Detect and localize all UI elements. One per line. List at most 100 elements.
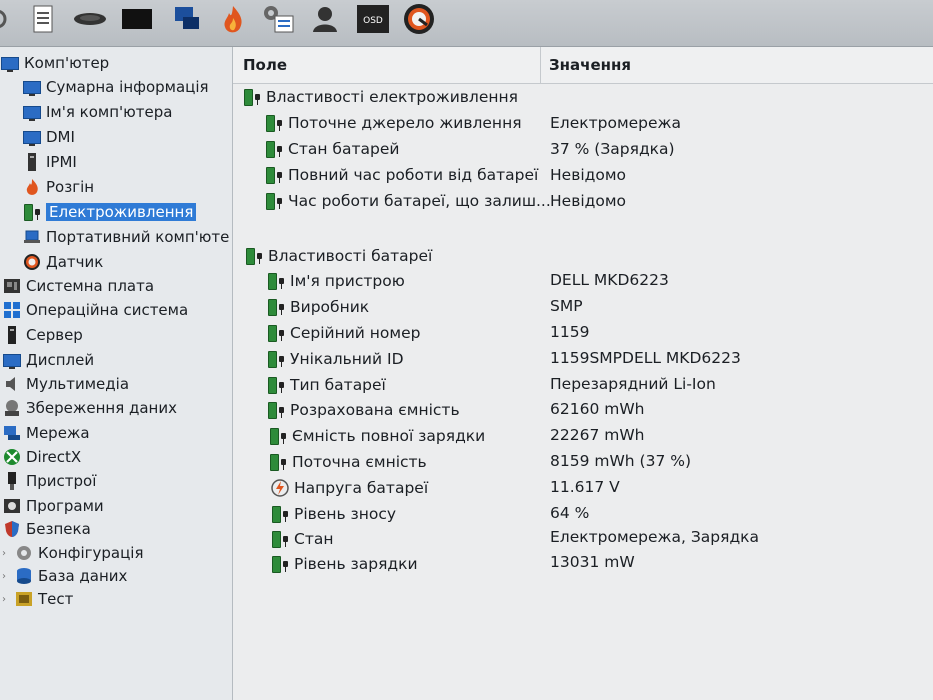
windows-icon (2, 301, 22, 319)
field-name: Стан батарей (288, 140, 400, 158)
table-row[interactable]: Стан (269, 527, 333, 551)
table-row[interactable]: Серійний номер (265, 321, 420, 345)
table-row[interactable]: Час роботи батареї, що залиш... (263, 189, 551, 213)
table-row[interactable]: Повний час роботи від батареї (263, 163, 538, 187)
tree-item-label: Пристрої (26, 472, 97, 490)
tree-item-directx[interactable]: DirectX (2, 446, 81, 468)
field-value: 64 % (550, 504, 590, 522)
table-row[interactable]: Поточне джерело живлення (263, 111, 522, 135)
table-row[interactable]: Виробник (265, 295, 369, 319)
disk-icon[interactable] (72, 4, 108, 34)
chevron-right-icon[interactable]: › (2, 548, 6, 559)
battery-icon (265, 375, 287, 395)
battery-icon (22, 203, 42, 221)
field-value: 22267 mWh (550, 426, 645, 444)
sensor-icon[interactable] (402, 4, 436, 34)
table-row[interactable]: Розрахована ємність (265, 398, 460, 422)
database-icon (14, 567, 34, 585)
tree-item-label: Системна плата (26, 277, 155, 295)
tree-item-label: Сервер (26, 326, 83, 344)
battery-icon (267, 452, 289, 472)
field-name: Виробник (290, 298, 370, 316)
chevron-right-icon[interactable]: › (2, 571, 6, 582)
flame-icon (22, 178, 42, 196)
monitor-icon (2, 351, 22, 369)
group-header-power[interactable]: Властивості електроживлення (241, 85, 518, 109)
test-icon (14, 590, 34, 608)
tree-item-ipmi[interactable]: IPMI (22, 151, 77, 173)
table-row[interactable]: Унікальний ID (265, 347, 404, 371)
settings-icon[interactable] (260, 4, 296, 34)
tree-item-devices[interactable]: Пристрої (2, 470, 96, 492)
server-icon (22, 153, 42, 171)
field-value: 13031 mW (550, 553, 635, 571)
field-value: Електромережа (550, 114, 682, 132)
group-label: Властивості електроживлення (266, 88, 518, 106)
tree-item-label: Розгін (46, 178, 95, 196)
battery-icon (269, 529, 291, 549)
report-icon[interactable] (30, 4, 56, 34)
tree-item-database[interactable]: › База даних (2, 565, 127, 587)
tree-item-config[interactable]: › Конфігурація (2, 542, 144, 564)
tree-item-label: Тест (38, 590, 74, 608)
field-value: 1159SMPDELL MKD6223 (550, 349, 741, 367)
field-value: 1159 (550, 323, 590, 341)
tree-item-summary[interactable]: Сумарна інформація (22, 76, 209, 98)
column-divider[interactable] (540, 47, 541, 83)
tree-item-motherboard[interactable]: Системна плата (2, 275, 154, 297)
column-header-field[interactable]: Поле (243, 56, 287, 74)
column-header-value[interactable]: Значення (549, 56, 631, 74)
table-row[interactable]: Ім'я пристрою (265, 269, 405, 293)
field-name: Тип батареї (290, 376, 386, 394)
tree-item-os[interactable]: Операційна система (2, 299, 188, 321)
tree-item-label: Мультимедіа (26, 375, 130, 393)
tree-item-security[interactable]: Безпека (2, 518, 91, 540)
battery-icon (265, 271, 287, 291)
tree-item-network[interactable]: Мережа (2, 422, 90, 444)
battery-icon (241, 87, 263, 107)
network-icon (2, 424, 22, 442)
battery-icon (265, 297, 287, 317)
table-row[interactable]: Рівень зарядки (269, 552, 418, 576)
field-value: 62160 mWh (550, 400, 645, 418)
tree-item-power[interactable]: Електроживлення (22, 201, 197, 223)
tree-item-sensor[interactable]: Датчик (22, 251, 103, 273)
flame-icon[interactable] (218, 4, 248, 34)
field-value: SMP (550, 297, 583, 315)
field-value: DELL MKD6223 (550, 271, 669, 289)
tree-item-display[interactable]: Дисплей (2, 349, 94, 371)
field-name: Рівень зарядки (294, 555, 418, 573)
osd-label: OSD (363, 16, 383, 26)
navigation-tree: Комп'ютер Сумарна інформація Ім'я комп'ю… (0, 47, 233, 700)
field-value: Електромережа, Зарядка (550, 528, 760, 546)
monitor-icon[interactable] (120, 4, 154, 34)
user-icon[interactable] (310, 4, 340, 34)
tree-item-portable[interactable]: Портативний комп'юте (22, 226, 229, 248)
server-icon (2, 326, 22, 344)
tree-item-test[interactable]: › Тест (2, 588, 73, 610)
tree-item-computer[interactable]: Комп'ютер (0, 52, 109, 74)
table-row[interactable]: Напруга батареї (269, 476, 428, 500)
field-name: Стан (294, 530, 334, 548)
refresh-icon[interactable] (0, 4, 10, 34)
group-header-battery[interactable]: Властивості батареї (243, 244, 432, 268)
table-row[interactable]: Поточна ємність (267, 450, 427, 474)
tree-item-server[interactable]: Сервер (2, 324, 83, 346)
network-icon[interactable] (172, 4, 202, 34)
tree-item-multimedia[interactable]: Мультимедіа (2, 373, 129, 395)
tree-item-overclock[interactable]: Розгін (22, 176, 94, 198)
xbox-icon (2, 448, 22, 466)
table-row[interactable]: Ємність повної зарядки (267, 424, 485, 448)
chevron-right-icon[interactable]: › (2, 594, 6, 605)
battery-icon (243, 246, 265, 266)
tree-item-computer-name[interactable]: Ім'я комп'ютера (22, 101, 172, 123)
tree-item-label: Сумарна інформація (46, 78, 209, 96)
osd-icon[interactable]: OSD (356, 4, 390, 34)
tree-item-programs[interactable]: Програми (2, 495, 104, 517)
tree-item-storage[interactable]: Збереження даних (2, 397, 177, 419)
table-row[interactable]: Рівень зносу (269, 502, 396, 526)
tree-item-dmi[interactable]: DMI (22, 126, 75, 148)
table-row[interactable]: Стан батарей (263, 137, 399, 161)
tree-item-label: Комп'ютер (24, 54, 110, 72)
table-row[interactable]: Тип батареї (265, 373, 386, 397)
